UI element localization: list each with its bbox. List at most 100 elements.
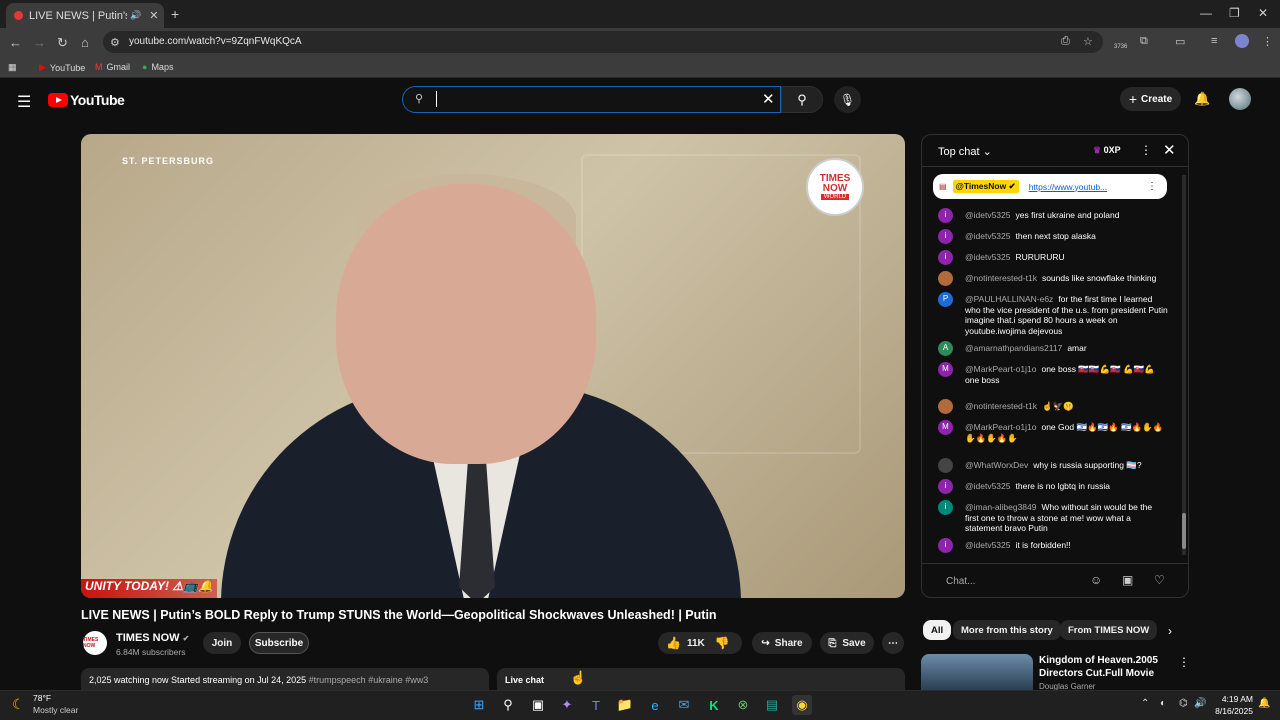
bookmark-youtube[interactable]: ▶ YouTube bbox=[39, 62, 85, 73]
top-chat-dropdown[interactable]: Top chat ⌄ bbox=[938, 145, 992, 158]
bookmark-star-icon[interactable]: ☆ bbox=[1083, 35, 1093, 48]
chat-message[interactable]: A @amarnathpandians2117 amar bbox=[938, 341, 1168, 356]
pinned-link[interactable]: https://www.youtub... bbox=[1029, 182, 1107, 192]
search-button[interactable]: ⚲ bbox=[781, 86, 823, 113]
chip-more-from-story[interactable]: More from this story bbox=[953, 620, 1061, 640]
copilot-icon[interactable]: ✦ bbox=[557, 695, 577, 715]
chat-author-avatar[interactable]: A bbox=[938, 341, 953, 356]
chevron-right-icon[interactable]: › bbox=[1168, 624, 1172, 638]
chat-author-name[interactable]: @WhatWorxDev bbox=[965, 460, 1028, 470]
notifications-bell-icon[interactable]: 🔔 bbox=[1194, 91, 1210, 107]
chat-message[interactable]: i @idetv5325 yes first ukraine and poland bbox=[938, 208, 1168, 223]
related-video-thumbnail[interactable] bbox=[921, 654, 1033, 690]
like-icon[interactable]: 👍 bbox=[666, 636, 681, 650]
hashtags[interactable]: #trumpspeech #ukraine #ww3 bbox=[309, 675, 429, 685]
chat-scrollbar-track[interactable] bbox=[1182, 175, 1186, 555]
sidepanel-icon[interactable]: ▭ bbox=[1175, 35, 1185, 48]
chat-author-avatar[interactable] bbox=[938, 271, 953, 286]
forward-icon[interactable]: → bbox=[33, 35, 46, 50]
kick-icon[interactable]: K bbox=[704, 695, 724, 715]
xp-badge[interactable]: ♛ 0XP bbox=[1093, 145, 1121, 156]
dislike-icon[interactable]: 👎 bbox=[715, 636, 730, 650]
chat-author-avatar[interactable]: i bbox=[938, 208, 953, 223]
bookmark-gmail[interactable]: M Gmail bbox=[95, 62, 130, 72]
chat-close-icon[interactable]: ✕ bbox=[1163, 141, 1176, 159]
heart-icon[interactable]: ♡ bbox=[1154, 573, 1165, 587]
chat-author-name[interactable]: @MarkPeart-o1j1o bbox=[965, 422, 1036, 432]
task-view-icon[interactable]: ▣ bbox=[528, 695, 548, 715]
chat-author-name[interactable]: @notinterested-t1k bbox=[965, 273, 1037, 283]
pinned-menu-icon[interactable]: ⋮ bbox=[1147, 181, 1157, 192]
reload-icon[interactable]: ↻ bbox=[57, 35, 68, 51]
browser-tab[interactable]: LIVE NEWS | Putin's BOLD R 🔊 ✕ bbox=[6, 3, 164, 28]
mail-icon[interactable]: ✉ bbox=[674, 695, 694, 715]
site-info-icon[interactable]: ⚙ bbox=[110, 36, 120, 49]
chat-menu-icon[interactable]: ⋮ bbox=[1140, 143, 1152, 157]
file-explorer-icon[interactable]: 📁 bbox=[615, 695, 635, 715]
chat-message[interactable]: P @PAULHALLINAN-e6z for the first time I l… bbox=[938, 292, 1168, 336]
extensions-icon[interactable]: ⧉ bbox=[1140, 35, 1148, 48]
new-tab-icon[interactable]: + bbox=[171, 6, 179, 22]
save-button[interactable]: ⎘ Save bbox=[820, 632, 874, 654]
channel-name[interactable]: TIMES NOW ✔ bbox=[116, 632, 189, 644]
pinned-message[interactable]: ▤ @TimesNow ✔ https://www.youtub... ⋮ bbox=[933, 174, 1167, 199]
chat-message[interactable]: M @MarkPeart-o1j1o one boss 🇸🇰🇸🇰💪🇸🇰 💪🇸🇰💪 o… bbox=[938, 362, 1168, 385]
chat-message[interactable]: i @iman-alibeg3849 Who without sin would b… bbox=[938, 500, 1168, 534]
weather-moon-icon[interactable]: ☾ bbox=[12, 696, 25, 713]
tray-overflow-icon[interactable]: ⌃ bbox=[1141, 698, 1149, 709]
search-icon[interactable]: ⚲ bbox=[498, 695, 518, 715]
start-icon[interactable]: ⊞ bbox=[469, 695, 489, 715]
chat-author-name[interactable]: @PAULHALLINAN-e6z bbox=[965, 294, 1053, 304]
related-video-menu-icon[interactable]: ⋮ bbox=[1178, 655, 1190, 669]
install-app-icon[interactable]: ⎙ bbox=[1061, 35, 1070, 48]
chat-author-name[interactable]: @idetv5325 bbox=[965, 210, 1011, 220]
chip-all[interactable]: All bbox=[923, 620, 952, 640]
apps-grid-icon[interactable]: ▦ bbox=[8, 62, 17, 73]
chat-scrollbar-thumb[interactable] bbox=[1182, 513, 1186, 549]
tray-app-icon[interactable]: ◐ bbox=[1160, 698, 1166, 709]
like-count[interactable]: 11K bbox=[687, 638, 705, 649]
live-chat-replay-bar[interactable]: Live chat bbox=[497, 668, 905, 690]
chat-author-avatar[interactable]: P bbox=[938, 292, 953, 307]
teams-icon[interactable]: T bbox=[586, 695, 606, 715]
speaker-icon[interactable]: 🔊 bbox=[130, 10, 141, 21]
xbox-icon[interactable]: ⊗ bbox=[733, 695, 753, 715]
clear-search-icon[interactable]: ✕ bbox=[762, 90, 775, 108]
chat-message[interactable]: M @MarkPeart-o1j1o one God 🇮🇱🔥🇮🇱🔥 🇮🇱🔥✋🔥✋🔥✋… bbox=[938, 420, 1168, 443]
chat-author-avatar[interactable]: i bbox=[938, 500, 953, 515]
chat-author-avatar[interactable] bbox=[938, 399, 953, 414]
window-close-icon[interactable]: ✕ bbox=[1258, 6, 1268, 20]
chat-author-name[interactable]: @notinterested-t1k bbox=[965, 401, 1037, 411]
chat-author-avatar[interactable]: M bbox=[938, 420, 953, 435]
related-video-title[interactable]: Kingdom of Heaven.2005 Directors Cut.Ful… bbox=[1039, 654, 1164, 680]
chat-author-avatar[interactable] bbox=[938, 458, 953, 473]
restore-icon[interactable]: ❐ bbox=[1229, 6, 1240, 20]
youtube-logo[interactable]: YouTube bbox=[48, 92, 125, 108]
subscribe-button[interactable]: Subscribe bbox=[249, 632, 309, 654]
bookmark-maps[interactable]: ● Maps bbox=[142, 62, 173, 72]
weather-temp[interactable]: 78°F bbox=[33, 693, 51, 703]
media-control-icon[interactable]: ≡ bbox=[1211, 35, 1217, 47]
membership-icon[interactable]: ▣ bbox=[1122, 573, 1133, 587]
chat-message[interactable]: i @idetv5325 RURURURU bbox=[938, 250, 1168, 265]
browser-menu-icon[interactable]: ⋮ bbox=[1262, 35, 1273, 48]
weather-desc[interactable]: Mostly clear bbox=[33, 705, 78, 715]
edge-icon[interactable]: e bbox=[645, 695, 665, 715]
join-button[interactable]: Join bbox=[203, 632, 241, 654]
chat-author-name[interactable]: @amarnathpandians2117 bbox=[965, 343, 1062, 353]
home-icon[interactable]: ⌂ bbox=[81, 35, 89, 50]
account-avatar[interactable] bbox=[1229, 88, 1251, 110]
description-box[interactable]: 2,025 watching now Started streaming on … bbox=[81, 668, 489, 690]
chat-author-avatar[interactable]: i bbox=[938, 250, 953, 265]
chrome-icon[interactable]: ◉ bbox=[792, 695, 812, 715]
chat-author-name[interactable]: @idetv5325 bbox=[965, 540, 1011, 550]
notification-icon[interactable]: 🔔 bbox=[1258, 698, 1270, 709]
clock-date[interactable]: 8/16/2025 bbox=[1205, 706, 1253, 716]
chat-input[interactable]: Chat... ☺ ▣ ♡ bbox=[922, 563, 1188, 597]
share-button[interactable]: ↪ Share bbox=[752, 632, 812, 654]
more-actions-icon[interactable]: ⋯ bbox=[882, 632, 904, 654]
chat-message[interactable]: @WhatWorxDev why is russia supporting 🏳️‍… bbox=[938, 458, 1168, 473]
chat-author-avatar[interactable]: i bbox=[938, 538, 953, 553]
chat-author-name[interactable]: @iman-alibeg3849 bbox=[965, 502, 1036, 512]
search-input[interactable]: ⚲ ✕ bbox=[402, 86, 781, 113]
